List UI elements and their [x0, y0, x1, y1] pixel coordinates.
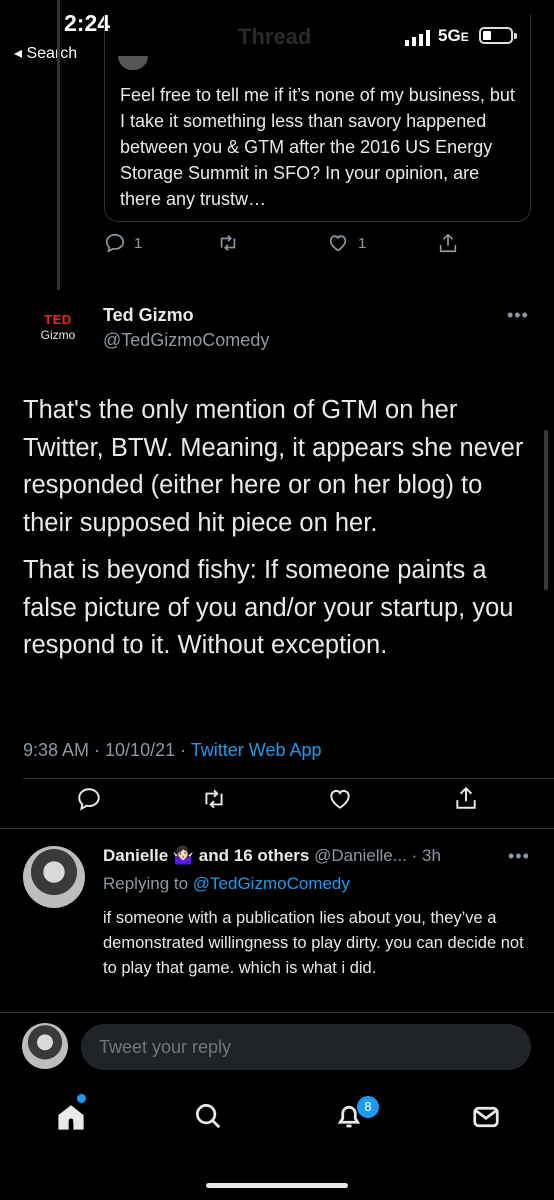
reply-header[interactable]: Danielle 🤷🏻‍♀️ and 16 others @Danielle..…	[103, 846, 441, 866]
replying-to-link[interactable]: @TedGizmoComedy	[193, 874, 350, 893]
mail-icon	[473, 1106, 499, 1128]
quoted-reply-button[interactable]: 1	[104, 232, 142, 254]
reply-icon	[78, 788, 100, 811]
tweet-paragraph: That's the only mention of GTM on her Tw…	[23, 396, 524, 537]
share-button[interactable]	[453, 784, 479, 812]
search-icon	[196, 1104, 221, 1129]
reply-author-name: Danielle 🤷🏻‍♀️ and 16 others	[103, 846, 310, 865]
back-to-search-link[interactable]: ◂ Search	[14, 43, 77, 63]
author-handle[interactable]: @TedGizmoComedy	[103, 330, 269, 351]
heart-icon	[330, 789, 350, 809]
author-name[interactable]: Ted Gizmo	[103, 305, 194, 326]
quoted-tweet-text: Feel free to tell me if it’s none of my …	[120, 85, 515, 209]
reply-icon	[105, 233, 125, 253]
reply-more-icon[interactable]: •••	[508, 846, 530, 867]
quoted-retweet-button[interactable]	[216, 232, 240, 254]
notification-badge: 8	[357, 1096, 379, 1118]
retweet-icon	[205, 789, 223, 809]
quoted-like-count: 1	[358, 234, 367, 252]
tweet-metadata: 9:38 AM · 10/10/21 · Twitter Web App	[23, 740, 322, 761]
tweet-source-link[interactable]: Twitter Web App	[191, 740, 322, 760]
home-icon	[58, 1105, 84, 1130]
like-button[interactable]	[326, 786, 354, 812]
logo-ted-text: TED	[44, 312, 72, 327]
reply-composer[interactable]	[81, 1024, 531, 1070]
share-icon	[439, 233, 457, 253]
tweet-body: That's the only mention of GTM on her Tw…	[23, 392, 538, 675]
reply-button[interactable]	[76, 786, 102, 812]
home-indicator[interactable]	[206, 1183, 348, 1188]
tweet-more-icon[interactable]: •••	[507, 305, 529, 326]
danielle-avatar[interactable]	[23, 846, 85, 908]
reply-input[interactable]	[81, 1024, 531, 1070]
replying-to: Replying to @TedGizmoComedy	[103, 874, 350, 894]
nav-messages[interactable]	[471, 1102, 501, 1137]
quoted-reply-count: 1	[134, 234, 143, 252]
logo-gizmo-text: Gizmo	[40, 328, 76, 342]
divider	[23, 778, 554, 779]
reply-text: if someone with a publication lies about…	[103, 909, 524, 977]
replying-prefix: Replying to	[103, 874, 193, 893]
retweet-button[interactable]	[200, 786, 228, 812]
ted-gizmo-avatar[interactable]: TED Gizmo	[28, 312, 88, 342]
scrollbar[interactable]	[544, 430, 548, 590]
divider	[0, 828, 554, 829]
home-unread-dot	[77, 1094, 86, 1103]
thread-connector-line	[57, 0, 60, 290]
share-icon	[456, 786, 476, 809]
quoted-like-button[interactable]: 1	[326, 232, 366, 254]
heart-icon	[329, 235, 347, 252]
retweet-icon	[220, 235, 236, 251]
nav-home[interactable]	[56, 1102, 86, 1137]
tweet-paragraph: That is beyond fishy: If someone paints …	[23, 556, 514, 659]
nav-search[interactable]	[193, 1101, 223, 1136]
quoted-share-button[interactable]	[437, 231, 459, 255]
tweet-timestamp: 9:38 AM · 10/10/21 ·	[23, 740, 191, 760]
reply-author-handle: @Danielle... · 3h	[314, 846, 441, 865]
user-avatar[interactable]	[22, 1023, 68, 1069]
divider	[0, 1012, 554, 1013]
